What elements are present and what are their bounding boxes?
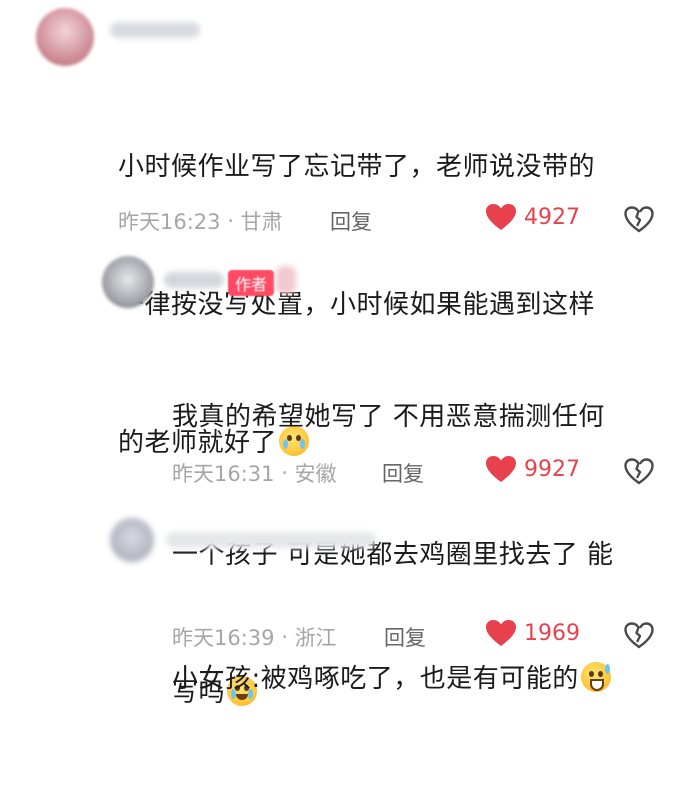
broken-heart-icon xyxy=(624,458,654,485)
broken-heart-icon xyxy=(624,206,654,233)
comment-line: 小时候作业写了忘记带了，老师说没带的 xyxy=(118,152,596,182)
author-badge: 作者 xyxy=(228,270,275,296)
heart-icon xyxy=(486,204,516,231)
dislike-button[interactable] xyxy=(624,458,654,485)
comment-line: 小女孩:被鸡啄吃了，也是有可能的 xyxy=(172,664,579,694)
username-blurred[interactable] xyxy=(166,532,376,548)
like-count: 9927 xyxy=(524,457,580,482)
timestamp: 昨天16:23 xyxy=(118,210,221,234)
heart-icon xyxy=(486,620,516,647)
dislike-button[interactable] xyxy=(624,622,654,649)
comment-meta: 昨天16:39 · 浙江 xyxy=(172,622,337,652)
location: 甘肃 xyxy=(240,210,283,234)
username-blurred[interactable] xyxy=(164,272,224,288)
like-count: 1969 xyxy=(524,621,580,646)
username-blurred-tail xyxy=(276,266,296,294)
like-count: 4927 xyxy=(524,205,580,230)
reply-button[interactable]: 回复 xyxy=(382,458,424,488)
timestamp: 昨天16:39 xyxy=(172,626,275,650)
like-button[interactable]: 1969 xyxy=(486,620,580,647)
comment-meta: 昨天16:31 · 安徽 xyxy=(172,458,337,488)
username-blurred[interactable] xyxy=(110,22,200,38)
comment-3: 小女孩:被鸡啄吃了，也是有可能的 昨天16:39 · 浙江 回复 1969 xyxy=(0,500,690,694)
comment-meta: 昨天16:23 · 甘肃 xyxy=(118,206,283,236)
reply-button[interactable]: 回复 xyxy=(384,622,426,652)
comment-line: 我真的希望她写了 不用恶意揣测任何 xyxy=(172,402,605,432)
grinning-sweat-emoji xyxy=(580,662,611,692)
dislike-button[interactable] xyxy=(624,206,654,233)
reply-button[interactable]: 回复 xyxy=(330,206,372,236)
avatar[interactable] xyxy=(102,256,154,308)
avatar[interactable] xyxy=(36,8,94,66)
location: 浙江 xyxy=(294,626,337,650)
timestamp: 昨天16:31 xyxy=(172,462,275,486)
like-button[interactable]: 4927 xyxy=(486,204,580,231)
location: 安徽 xyxy=(294,462,337,486)
heart-icon xyxy=(486,456,516,483)
comment-2: 作者 我真的希望她写了 不用恶意揣测任何 一个孩子 可是她都去鸡圈里找去了 能 … xyxy=(0,240,690,708)
like-button[interactable]: 9927 xyxy=(486,456,580,483)
comment-1: 小时候作业写了忘记带了，老师说没带的 一律按没写处置，小时候如果能遇到这样 的老… xyxy=(0,0,690,458)
avatar[interactable] xyxy=(110,518,154,562)
broken-heart-icon xyxy=(624,622,654,649)
comment-text: 小女孩:被鸡啄吃了，也是有可能的 xyxy=(172,564,611,794)
